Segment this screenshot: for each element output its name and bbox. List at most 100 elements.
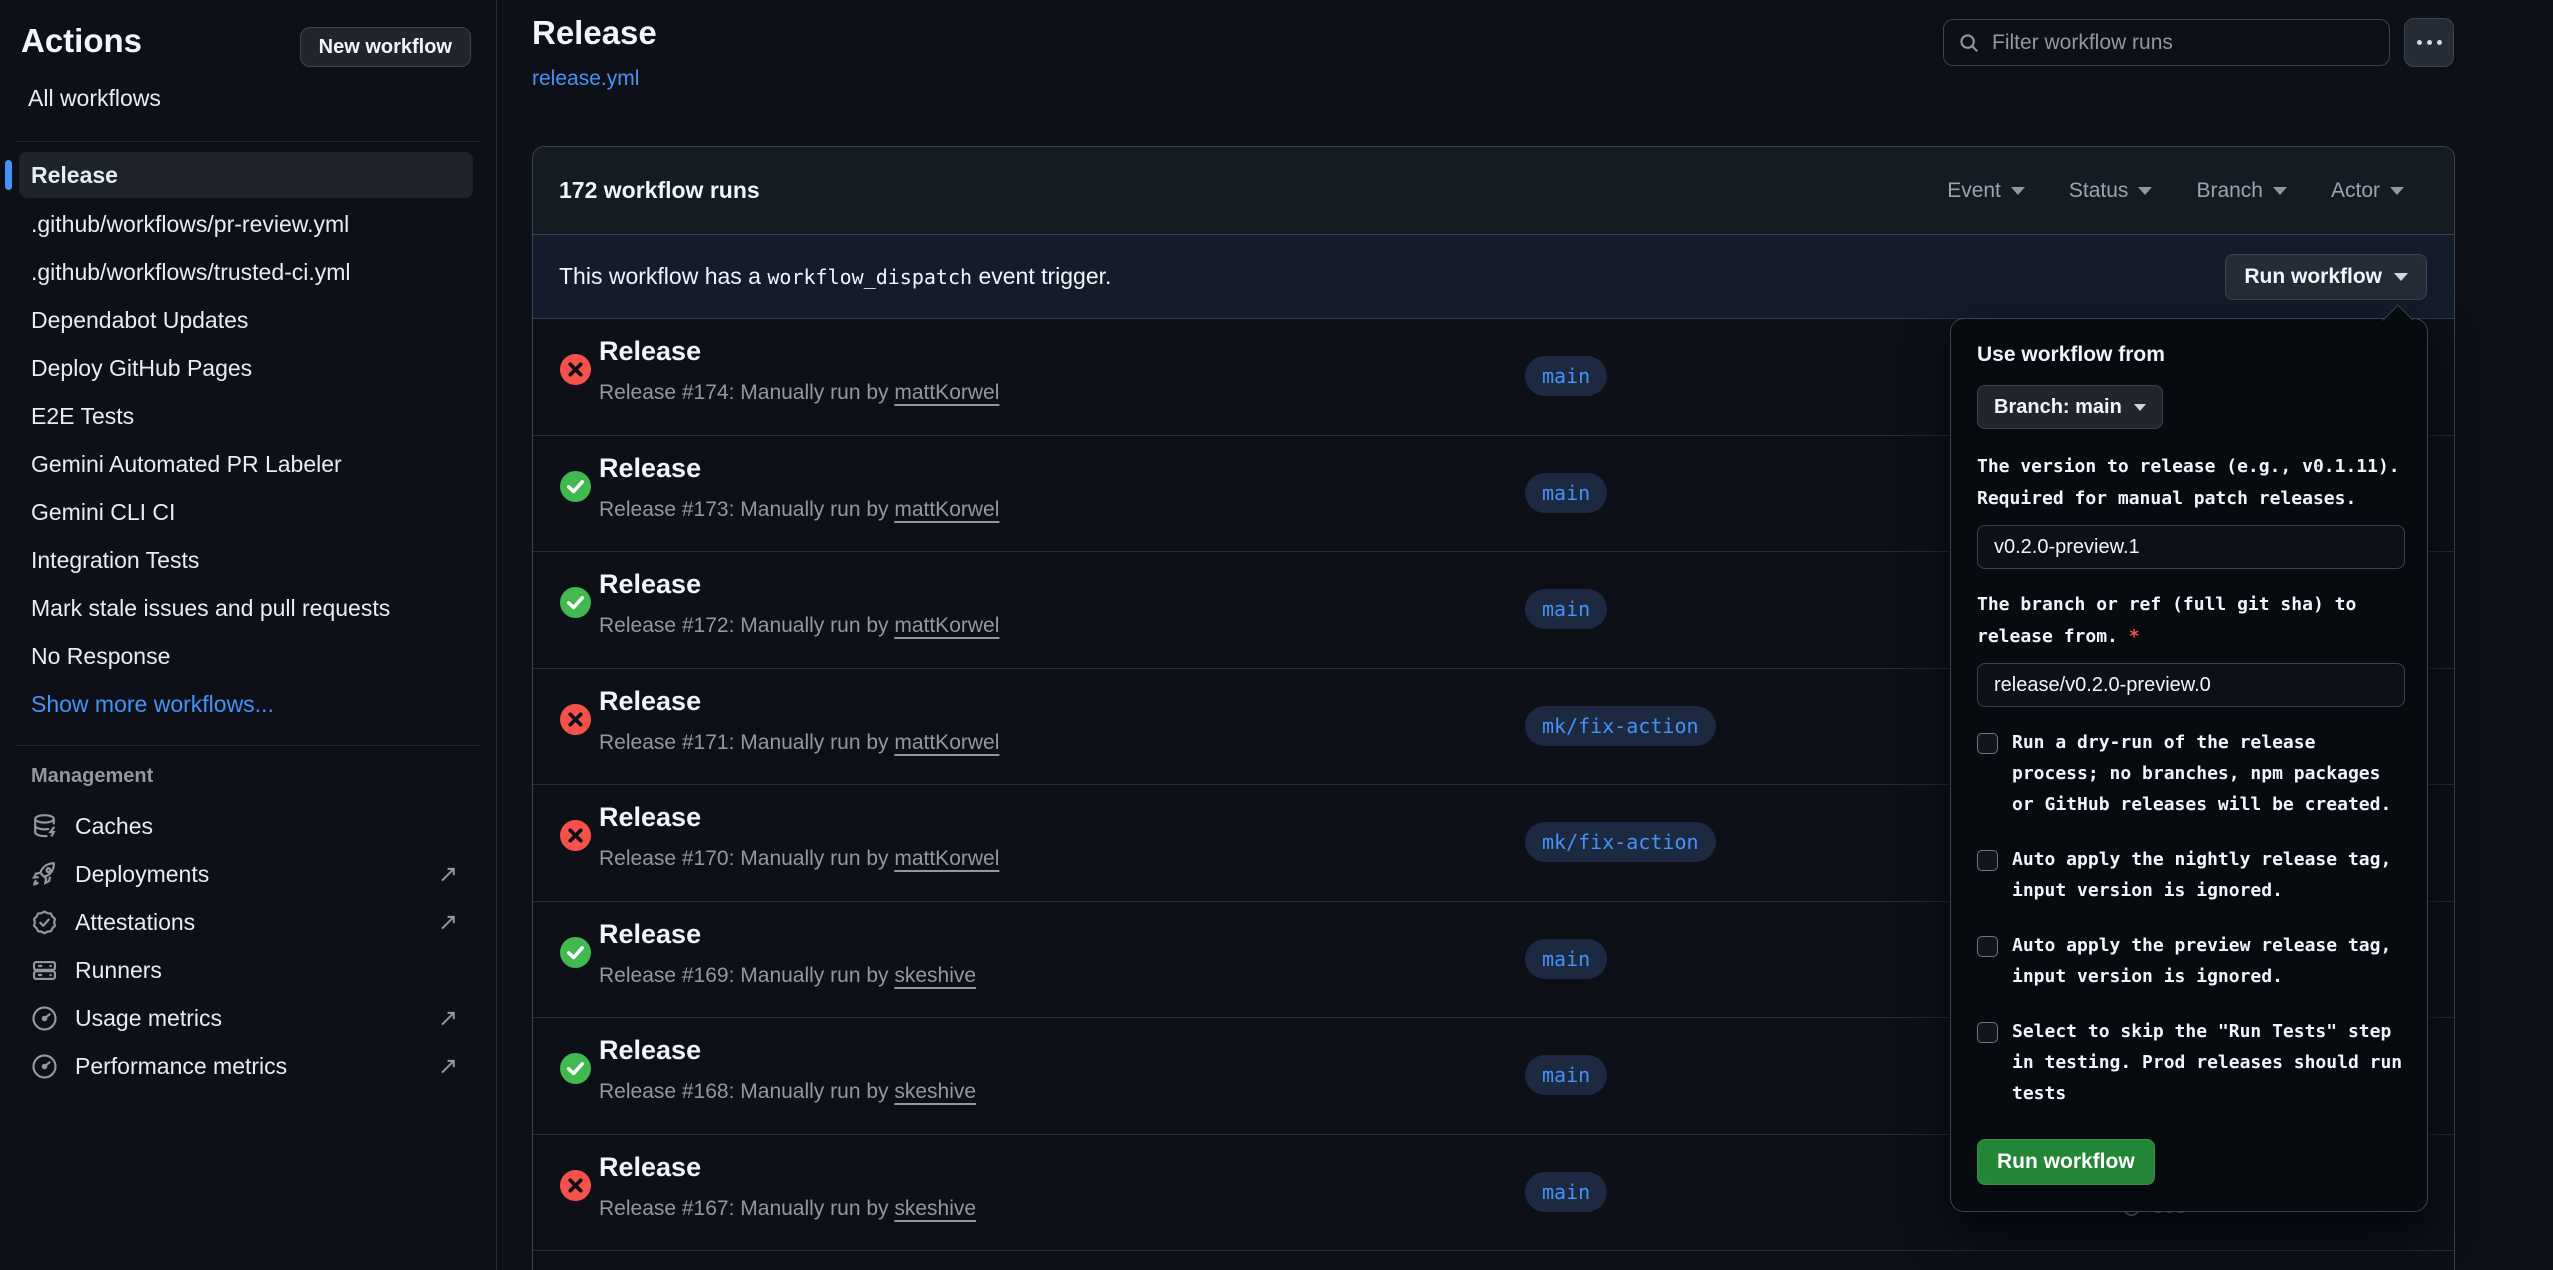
run-status-icon	[560, 820, 591, 851]
runs-filter-label: Branch	[2196, 179, 2263, 203]
filter-workflow-runs-input[interactable]	[1992, 31, 2375, 55]
sidebar-item-workflow[interactable]: Gemini CLI CI	[0, 488, 496, 536]
runs-filter-dropdown[interactable]: Branch	[2196, 179, 2287, 203]
sidebar-item-workflow[interactable]: E2E Tests	[0, 392, 496, 440]
ref-input[interactable]	[1977, 663, 2405, 707]
sidebar-item-label: Integration Tests	[31, 547, 199, 574]
branch-badge[interactable]: main	[1525, 939, 1607, 979]
sidebar-item-label: Release	[31, 162, 118, 189]
run-description: Release #170: Manually run by mattKorwel	[599, 847, 999, 871]
run-actor-link[interactable]: mattKorwel	[894, 498, 999, 521]
run-title-link[interactable]: Release	[599, 802, 701, 833]
option-checkbox[interactable]	[1977, 850, 1998, 871]
sidebar-divider	[16, 141, 480, 142]
option-label: Auto apply the nightly release tag, inpu…	[2012, 844, 2405, 906]
run-actor-link[interactable]: skeshive	[894, 964, 976, 987]
sidebar-item-workflow[interactable]: .github/workflows/trusted-ci.yml	[0, 248, 496, 296]
sidebar-item-workflow[interactable]: Dependabot Updates	[0, 296, 496, 344]
version-input[interactable]	[1977, 525, 2405, 569]
run-title-link[interactable]: Release	[599, 569, 701, 600]
option-checkbox[interactable]	[1977, 936, 1998, 957]
page-title: Actions	[21, 22, 142, 60]
runs-filter-label: Event	[1947, 179, 2001, 203]
check-circle-icon	[560, 471, 591, 502]
new-workflow-button[interactable]: New workflow	[300, 27, 471, 67]
sidebar-item-label: .github/workflows/trusted-ci.yml	[31, 259, 351, 286]
meter-icon	[31, 1053, 58, 1080]
sidebar-item-workflow[interactable]: Release	[0, 150, 496, 200]
sidebar-item-label: Usage metrics	[75, 1005, 222, 1032]
sidebar-item-management[interactable]: Caches	[0, 802, 496, 850]
run-title-link[interactable]: Release	[599, 1035, 701, 1066]
runs-list-header: 172 workflow runs Event Status Branch Ac…	[533, 147, 2454, 235]
branch-badge[interactable]: main	[1525, 1172, 1607, 1212]
run-title-link[interactable]: Release	[599, 453, 701, 484]
runs-filter-dropdown[interactable]: Status	[2069, 179, 2153, 203]
panel-options: Run a dry-run of the release process; no…	[1977, 727, 2405, 1109]
external-link-icon: ↗	[438, 1004, 458, 1033]
x-circle-icon	[560, 354, 591, 385]
sidebar-item-management[interactable]: Deployments ↗	[0, 850, 496, 898]
runs-filter-dropdown[interactable]: Event	[1947, 179, 2025, 203]
run-status-icon	[560, 1053, 591, 1084]
run-description: Release #169: Manually run by skeshive	[599, 964, 976, 988]
ref-field-label: The branch or ref (full git sha) to rele…	[1977, 589, 2405, 653]
option-label: Auto apply the preview release tag, inpu…	[2012, 930, 2405, 992]
sidebar-item-workflow[interactable]: Show more workflows...	[0, 680, 496, 728]
sidebar-item-management[interactable]: Usage metrics ↗	[0, 994, 496, 1042]
sidebar-divider	[16, 745, 480, 746]
run-actor-link[interactable]: mattKorwel	[894, 847, 999, 870]
run-status-icon	[560, 471, 591, 502]
sidebar-item-management[interactable]: Performance metrics ↗	[0, 1042, 496, 1090]
sidebar-item-label: No Response	[31, 643, 170, 670]
workflow-options-kebab-button[interactable]	[2404, 18, 2454, 67]
run-title-link[interactable]: Release	[599, 336, 701, 367]
x-circle-icon	[560, 1170, 591, 1201]
workflow-file-link[interactable]: release.yml	[532, 67, 639, 91]
run-description: Release #171: Manually run by mattKorwel	[599, 731, 999, 755]
kebab-icon	[2417, 40, 2442, 45]
branch-badge[interactable]: main	[1525, 356, 1607, 396]
sidebar-item-label: Attestations	[75, 909, 195, 936]
run-actor-link[interactable]: mattKorwel	[894, 614, 999, 637]
sidebar-item-management[interactable]: Runners	[0, 946, 496, 994]
run-title-link[interactable]: Release	[599, 686, 701, 717]
option-checkbox[interactable]	[1977, 733, 1998, 754]
run-workflow-submit-button[interactable]: Run workflow	[1977, 1139, 2155, 1185]
sidebar-item-workflow[interactable]: .github/workflows/pr-review.yml	[0, 200, 496, 248]
sidebar-item-all-workflows[interactable]: All workflows	[28, 85, 161, 112]
sidebar-item-label: Deploy GitHub Pages	[31, 355, 252, 382]
branch-badge[interactable]: main	[1525, 1055, 1607, 1095]
sidebar-item-workflow[interactable]: No Response	[0, 632, 496, 680]
event-trigger-code: workflow_dispatch	[767, 265, 972, 289]
run-actor-link[interactable]: mattKorwel	[894, 381, 999, 404]
management-nav-list: Caches Deployments ↗ Attestations ↗ Runn…	[0, 802, 496, 1090]
sidebar-item-workflow[interactable]: Integration Tests	[0, 536, 496, 584]
sidebar-item-label: Caches	[75, 813, 153, 840]
runs-filter-dropdown[interactable]: Actor	[2331, 179, 2404, 203]
runs-filters: Event Status Branch Actor	[1947, 179, 2404, 203]
run-actor-link[interactable]: mattKorwel	[894, 731, 999, 754]
runs-count: 172 workflow runs	[559, 177, 760, 204]
branch-badge[interactable]: mk/fix-action	[1525, 706, 1716, 746]
sidebar-item-management[interactable]: Attestations ↗	[0, 898, 496, 946]
x-circle-icon	[560, 820, 591, 851]
sidebar-item-workflow[interactable]: Mark stale issues and pull requests	[0, 584, 496, 632]
branch-selector-button[interactable]: Branch: main	[1977, 385, 2163, 429]
branch-badge[interactable]: main	[1525, 473, 1607, 513]
branch-badge[interactable]: main	[1525, 589, 1607, 629]
chevron-down-icon	[2134, 404, 2146, 411]
run-title-link[interactable]: Release	[599, 919, 701, 950]
external-link-icon: ↗	[438, 860, 458, 889]
run-title-link[interactable]: Release	[599, 1152, 701, 1183]
sidebar-item-workflow[interactable]: Deploy GitHub Pages	[0, 344, 496, 392]
run-workflow-dropdown-button[interactable]: Run workflow	[2225, 254, 2427, 300]
run-actor-link[interactable]: skeshive	[894, 1197, 976, 1220]
run-workflow-panel: Use workflow from Branch: main The versi…	[1950, 318, 2428, 1212]
workflow-title: Release	[532, 14, 657, 52]
run-actor-link[interactable]: skeshive	[894, 1080, 976, 1103]
branch-badge[interactable]: mk/fix-action	[1525, 822, 1716, 862]
sidebar-item-label: Dependabot Updates	[31, 307, 248, 334]
sidebar-item-workflow[interactable]: Gemini Automated PR Labeler	[0, 440, 496, 488]
option-checkbox[interactable]	[1977, 1022, 1998, 1043]
